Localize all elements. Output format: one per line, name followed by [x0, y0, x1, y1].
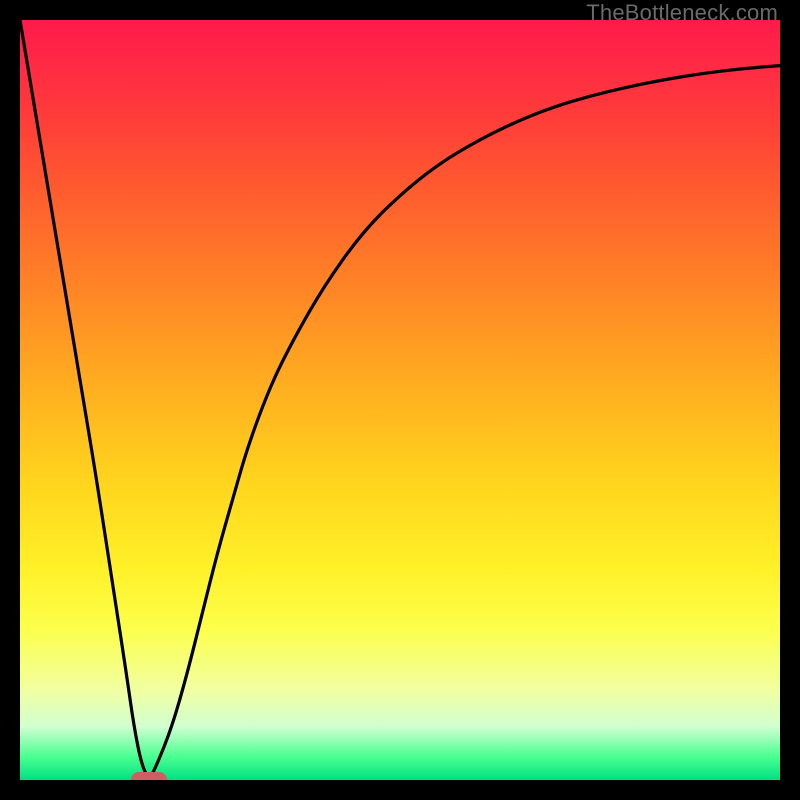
- curve-layer: [20, 20, 780, 780]
- chart-frame: TheBottleneck.com: [0, 0, 800, 800]
- plot-area: [20, 20, 780, 780]
- bottleneck-curve: [20, 20, 780, 776]
- optimal-point-marker: [131, 772, 167, 780]
